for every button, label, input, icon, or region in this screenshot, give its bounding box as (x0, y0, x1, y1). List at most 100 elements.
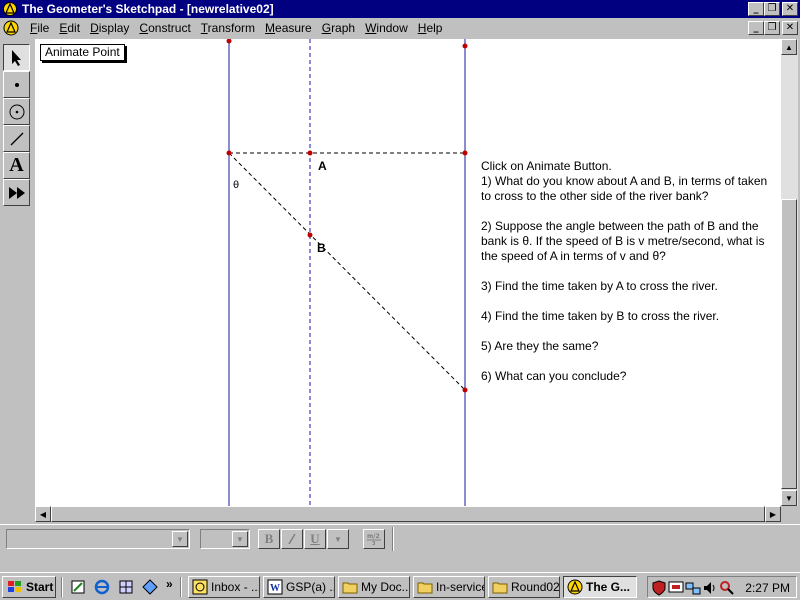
path-b-line[interactable] (228, 152, 466, 391)
bold-button[interactable]: B (258, 529, 280, 549)
chevron-down-icon[interactable]: ▼ (172, 531, 188, 547)
horizontal-scroll-thumb[interactable] (51, 506, 765, 522)
fast-forward-icon (8, 186, 25, 199)
task-sketchpad[interactable]: The G... (563, 576, 637, 598)
folder-icon (492, 582, 508, 594)
start-label: Start (26, 580, 54, 594)
straightedge-tool[interactable] (3, 125, 30, 152)
menu-edit[interactable]: Edit (54, 21, 85, 35)
outlook-icon (192, 579, 208, 595)
start-point[interactable] (226, 150, 232, 156)
doc-close-button[interactable]: ✕ (782, 21, 798, 35)
network-grid-icon[interactable] (118, 579, 134, 595)
menu-display[interactable]: Display (85, 21, 134, 35)
start-button[interactable]: Start (2, 576, 56, 598)
display-settings-icon[interactable] (668, 580, 684, 596)
menu-help[interactable]: Help (413, 21, 448, 35)
window-title: The Geometer's Sketchpad - [newrelative0… (22, 2, 274, 16)
text-palette: ▼ ▼ B U ▼ m/2 3 (0, 524, 800, 552)
task-round02[interactable]: Round02 (488, 576, 560, 598)
task-inbox[interactable]: Inbox - ... (188, 576, 260, 598)
windows-logo-icon (8, 581, 21, 592)
font-select[interactable]: ▼ (6, 529, 190, 549)
task-in-service[interactable]: In-service (413, 576, 485, 598)
chevron-down-icon[interactable]: ▼ (232, 531, 248, 547)
question-1: 1) What do you know about A and B, in te… (481, 174, 768, 203)
task-my-documents[interactable]: My Doc... (338, 576, 410, 598)
toolbox: A (3, 44, 30, 206)
sketchpad-app-icon[interactable] (2, 1, 18, 17)
network-icon[interactable] (685, 580, 701, 596)
task-gsp-doc[interactable]: W GSP(a) ... (263, 576, 335, 598)
question-4: 4) Find the time taken by B to cross the… (481, 309, 720, 323)
point-icon (14, 82, 19, 87)
doc-restore-button[interactable]: ❐ (764, 21, 780, 35)
text-color-button[interactable]: ▼ (327, 529, 349, 549)
point-a[interactable] (307, 150, 313, 156)
left-top-point[interactable] (226, 39, 232, 44)
point-tool[interactable] (3, 71, 30, 98)
circle-icon (9, 104, 24, 119)
point-b[interactable] (307, 232, 313, 238)
close-button[interactable]: ✕ (782, 2, 798, 16)
menu-transform[interactable]: Transform (196, 21, 260, 35)
internet-explorer-icon[interactable] (94, 579, 110, 595)
menu-window[interactable]: Window (360, 21, 413, 35)
compass-tool[interactable] (3, 98, 30, 125)
sketch-canvas[interactable]: A B θ Animate Point Click on Animate But… (35, 39, 781, 506)
taskbar: Start » Inbox - ... W GSP(a) ... My Doc.… (0, 572, 800, 600)
svg-text:3: 3 (372, 541, 376, 546)
script-tool[interactable] (3, 179, 30, 206)
shield-icon[interactable] (651, 580, 667, 596)
volume-icon[interactable] (702, 580, 718, 596)
title-bar: The Geometer's Sketchpad - [newrelative0… (0, 0, 800, 18)
menu-construct[interactable]: Construct (134, 21, 195, 35)
menu-bar: File Edit Display Construct Transform Me… (0, 18, 800, 38)
scroll-right-button[interactable]: ▶ (765, 506, 781, 522)
question-3: 3) Find the time taken by A to cross the… (481, 279, 718, 293)
doc-minimize-button[interactable]: _ (748, 21, 764, 35)
vertical-scroll-thumb[interactable] (781, 199, 797, 489)
horizontal-scrollbar[interactable]: ◀ ▶ (35, 506, 781, 522)
right-top-point[interactable] (462, 43, 468, 49)
italic-icon (288, 533, 296, 545)
scroll-left-button[interactable]: ◀ (35, 506, 51, 522)
channels-icon[interactable] (142, 579, 158, 595)
right-mid-point[interactable] (462, 150, 468, 156)
quicklaunch-more[interactable]: » (166, 577, 173, 591)
word-doc-icon: W (267, 579, 283, 595)
point-b-label[interactable]: B (317, 241, 326, 255)
vertical-scrollbar[interactable]: ▲ ▼ (781, 39, 798, 506)
sketchpad-icon (567, 579, 583, 595)
font-size-select[interactable]: ▼ (200, 529, 250, 549)
instruction-intro: Click on Animate Button. (481, 159, 612, 173)
search-icon[interactable] (719, 580, 735, 596)
folder-icon (342, 582, 358, 594)
scroll-up-button[interactable]: ▲ (781, 39, 797, 55)
clock[interactable]: 2:27 PM (745, 581, 790, 595)
italic-button[interactable] (281, 529, 303, 549)
arrow-icon (11, 49, 21, 66)
text-tool[interactable]: A (3, 152, 30, 179)
quicklaunch-separator (180, 577, 182, 597)
palette-separator (392, 527, 394, 551)
menu-file[interactable]: File (25, 21, 54, 35)
fraction-icon: m/23 (367, 533, 381, 546)
restore-button[interactable]: ❐ (764, 2, 780, 16)
instructions-text[interactable]: Click on Animate Button. 1) What do you … (481, 159, 771, 399)
math-format-button[interactable]: m/2 3 (363, 529, 385, 549)
menu-graph[interactable]: Graph (317, 21, 360, 35)
point-a-label[interactable]: A (318, 159, 327, 173)
selection-arrow-tool[interactable] (3, 44, 30, 71)
minimize-button[interactable]: _ (748, 2, 764, 16)
menu-measure[interactable]: Measure (260, 21, 317, 35)
scroll-down-button[interactable]: ▼ (781, 490, 797, 506)
end-point[interactable] (462, 387, 468, 393)
angle-theta-label[interactable]: θ (233, 180, 239, 191)
edit-document-icon[interactable] (70, 579, 86, 595)
svg-text:m/2: m/2 (367, 533, 380, 540)
animate-point-button[interactable]: Animate Point (40, 44, 125, 61)
system-tray: 2:27 PM (647, 576, 797, 598)
document-icon[interactable] (3, 20, 19, 36)
underline-button[interactable]: U (304, 529, 326, 549)
